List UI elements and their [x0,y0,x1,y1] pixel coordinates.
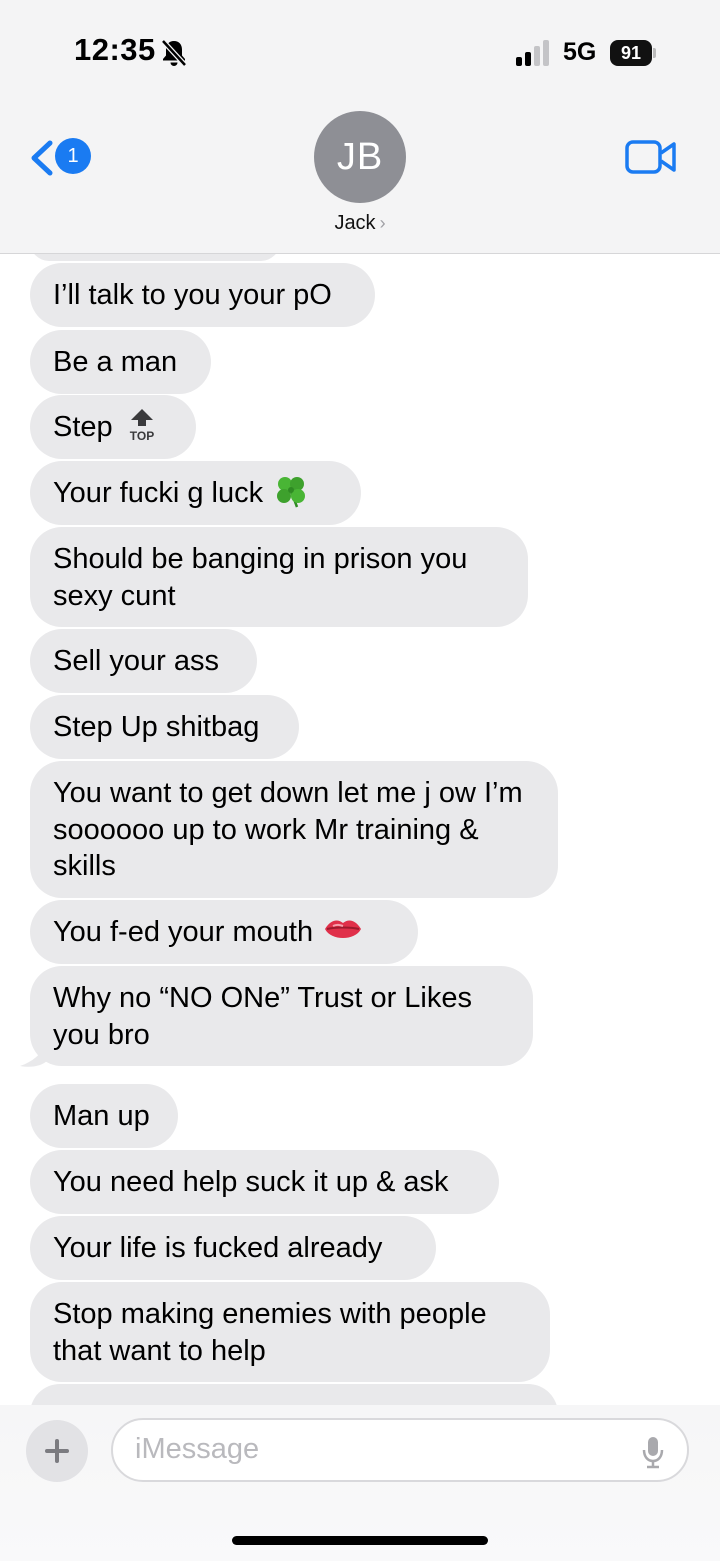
battery-icon: 91 [610,40,656,66]
message-bubble: Sell your ass [30,629,257,693]
message-bubble: You want to get down let me j ow I’m soo… [30,761,558,898]
contact-name-button[interactable]: Jack › [0,212,720,235]
apps-plus-button[interactable] [26,1420,88,1482]
home-indicator[interactable] [232,1536,488,1545]
bell-slash-icon [161,39,187,67]
battery-level: 91 [610,40,652,66]
message-bubble: Be a man [30,330,211,394]
imessage-input[interactable]: iMessage [111,1418,689,1482]
top-arrow-emoji-icon: TOP [129,409,154,442]
chevron-right-icon: › [379,213,386,233]
four-leaf-clover-emoji-icon [277,477,306,508]
microphone-icon[interactable] [641,1435,665,1469]
message-bubble: Step Up shitbag [30,695,299,759]
message-bubble: Your fucki g luck [30,461,361,525]
facetime-video-icon[interactable] [625,139,677,175]
message-bubble-partial [30,1384,558,1405]
cellular-signal-icon [516,40,552,66]
contact-name: Jack [334,212,376,234]
message-bubble: You need help suck it up & ask [30,1150,499,1214]
back-button[interactable]: 1 [28,138,92,178]
message-thread[interactable]: I’ll talk to you your pO Be a man Step T… [0,253,720,1405]
message-bubble: Man up [30,1084,178,1148]
contact-avatar[interactable]: JB [314,111,406,203]
chevron-left-icon [31,140,53,176]
message-bubble: You f-ed your mouth [30,900,418,964]
message-bubble-partial [30,253,280,261]
lips-emoji-icon [325,920,362,939]
message-bubble: Stop making enemies with people that wan… [30,1282,550,1382]
status-time: 12:35 [74,32,156,67]
message-bubble: Your life is fucked already [30,1216,436,1280]
message-bubble: I’ll talk to you your pO [30,263,375,327]
imessage-placeholder: iMessage [135,1433,260,1465]
message-bubble: Why no “NO ONe” Trust or Likes you bro [30,966,533,1066]
message-bubble: Step TOP [30,395,196,459]
network-type: 5G [563,38,597,66]
message-bubble: Should be banging in prison you sexy cun… [30,527,528,627]
status-bar: 12:35 5G 91 [0,0,720,100]
bubble-tail [20,1042,48,1067]
top-emoji-label: TOP [129,429,153,442]
unread-badge: 1 [55,138,91,174]
